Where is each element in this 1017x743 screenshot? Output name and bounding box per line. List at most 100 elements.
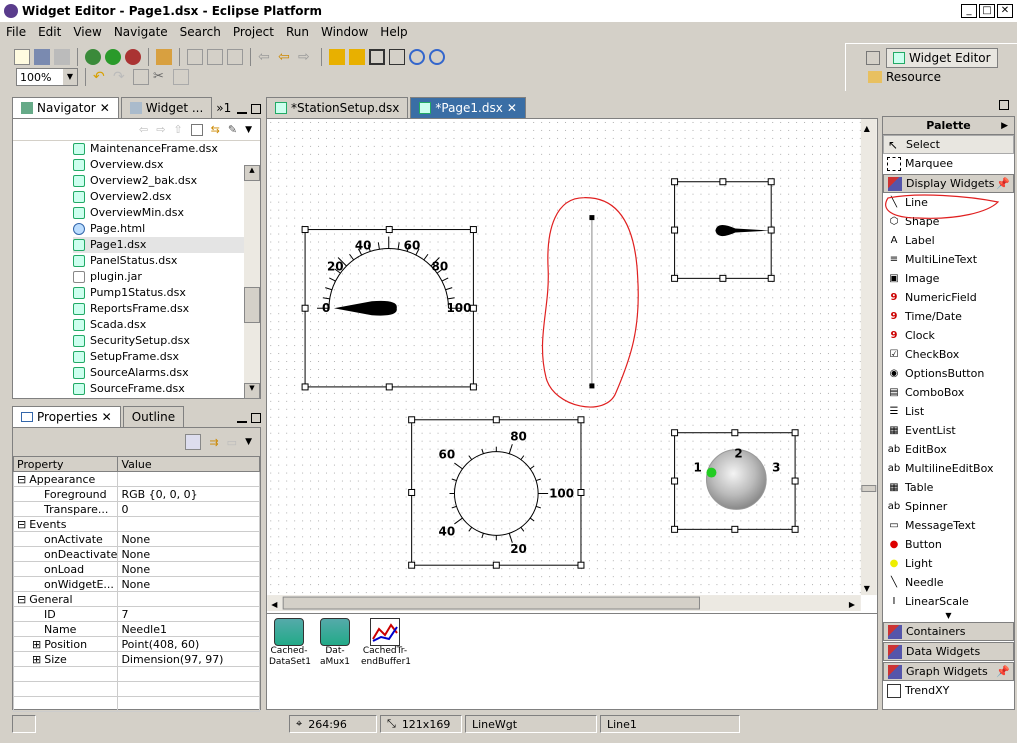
tab-widget[interactable]: Widget ... [120,97,213,118]
property-value[interactable]: None [117,546,260,562]
palette-item-linearscale[interactable]: I LinearScale [883,592,1014,611]
design-canvas[interactable]: ▲ ▼ ◀ ▶ 0 20 40 60 80 100 60 80 100 20 4… [266,118,878,614]
tree-item[interactable]: SourceFrame.dsx [73,381,260,397]
tree-item[interactable]: SecuritySetup.dsx [73,333,260,349]
property-row[interactable]: Name Needle1 [12,621,260,637]
palette-scroll-down[interactable]: ▼ [883,611,1014,621]
drawer-data-widgets[interactable]: Data Widgets [883,642,1014,661]
menu-navigate[interactable]: Navigate [114,25,168,39]
tree-item[interactable]: SourceAlarms.dsx [73,365,260,381]
restore-default-icon[interactable]: ▭ [227,436,237,449]
chevron-down-icon[interactable]: ▼ [63,69,77,85]
nav-last-icon[interactable] [227,49,243,65]
menu-window[interactable]: Window [321,25,368,39]
palette-item-button[interactable]: ● Button [883,535,1014,554]
resize-handle[interactable] [791,429,799,437]
property-value[interactable]: Dimension(97, 97) [117,651,260,667]
zoom-out-icon[interactable] [429,49,445,65]
tree-item[interactable]: Page1.dsx [73,237,260,253]
resize-handle[interactable] [731,429,739,437]
resize-handle[interactable] [385,383,393,391]
resize-handle[interactable] [671,178,679,186]
resize-handle[interactable] [767,274,775,282]
maximize-view-icon[interactable] [251,104,261,114]
property-value[interactable] [117,591,260,607]
pin-icon[interactable]: 📌 [996,665,1010,678]
palette-item-list[interactable]: ☰ List [883,402,1014,421]
property-row[interactable]: ⊟ General [12,591,260,607]
palette-item-spinner[interactable]: ab Spinner [883,497,1014,516]
run-icon[interactable] [105,49,121,65]
maximize-view-icon[interactable] [251,413,261,423]
property-row[interactable]: onDeactivate None [12,546,260,562]
tree-item[interactable]: OverviewMin.dsx [73,205,260,221]
tree-item[interactable]: ReportsFrame.dsx [73,301,260,317]
property-row[interactable]: onWidgetE... None [12,576,260,592]
redo-icon[interactable]: ↷ [113,69,129,85]
up-icon[interactable]: ⇧ [173,123,182,136]
pen-icon[interactable] [156,49,172,65]
tray-item[interactable]: Dat- aMux1 [315,618,355,705]
tree-item[interactable]: SetupFrame.dsx [73,349,260,365]
property-row[interactable]: ⊟ Appearance [12,471,260,487]
tree-item[interactable]: PanelStatus.dsx [73,253,260,269]
tab-outline[interactable]: Outline [122,406,185,427]
close-icon[interactable]: ✕ [100,101,110,115]
property-value[interactable] [117,471,260,487]
palette-item-label[interactable]: A Label [883,231,1014,250]
minimize-view-icon[interactable] [237,413,247,423]
paste-icon[interactable] [173,69,189,85]
resize-handle[interactable] [767,226,775,234]
distribute-icon[interactable] [369,49,385,65]
palette-maximize[interactable] [882,96,1015,116]
resize-handle[interactable] [408,561,416,569]
close-button[interactable]: ✕ [997,4,1013,18]
link-editor-icon[interactable]: ⇆ [211,123,220,136]
back-icon[interactable]: ⇦ [278,49,294,65]
property-value[interactable]: 0 [117,501,260,517]
forward-icon[interactable]: ⇨ [298,49,314,65]
scroll-thumb[interactable] [244,287,260,323]
collapse-icon[interactable]: ⊟ [17,518,26,531]
debug-icon[interactable] [85,49,101,65]
menu-help[interactable]: Help [380,25,407,39]
resize-handle[interactable] [469,383,477,391]
drawer-graph-widgets[interactable]: Graph Widgets 📌 [883,662,1014,681]
view-menu-icon[interactable]: ▼ [245,125,252,135]
palette-item-light[interactable]: ● Light [883,554,1014,573]
palette-item-trendxy[interactable]: TrendXY [883,681,1014,700]
arrow-left-icon[interactable]: ⇦ [258,49,274,65]
palette-item-messagetext[interactable]: ▭ MessageText [883,516,1014,535]
property-value[interactable] [117,516,260,532]
palette-item-combobox[interactable]: ▤ ComboBox [883,383,1014,402]
zoom-in-icon[interactable] [409,49,425,65]
minimize-view-icon[interactable] [237,104,247,114]
print-icon[interactable] [54,49,70,65]
palette-item-table[interactable]: ▦ Table [883,478,1014,497]
resize-handle[interactable] [492,416,500,424]
resize-handle[interactable] [577,561,585,569]
tree-item[interactable]: Pump1Status.dsx [73,285,260,301]
resize-handle[interactable] [671,226,679,234]
palette-item-eventlist[interactable]: ▦ EventList [883,421,1014,440]
resize-handle[interactable] [719,178,727,186]
forward-arrow-icon[interactable]: ⇨ [156,123,165,136]
palette-item-needle[interactable]: ╲ Needle [883,573,1014,592]
perspective-resource[interactable]: Resource [846,68,1017,84]
palette-item-time-date[interactable]: 9 Time/Date [883,307,1014,326]
property-value[interactable]: None [117,531,260,547]
palette-item-image[interactable]: ▣ Image [883,269,1014,288]
layout-icon[interactable] [389,49,405,65]
menu-view[interactable]: View [73,25,101,39]
match-size-icon[interactable] [349,49,365,65]
nav-forward-icon[interactable] [207,49,223,65]
palette-item-editbox[interactable]: ab EditBox [883,440,1014,459]
resize-handle[interactable] [301,226,309,234]
property-row[interactable]: ⊞ Position Point(408, 60) [12,636,260,652]
resize-handle[interactable] [577,416,585,424]
canvas-vscroll[interactable] [860,119,877,596]
copy-icon[interactable] [133,69,149,85]
expand-icon[interactable]: ⊞ [32,638,41,651]
resize-handle[interactable] [791,525,799,533]
maximize-button[interactable]: □ [979,4,995,18]
